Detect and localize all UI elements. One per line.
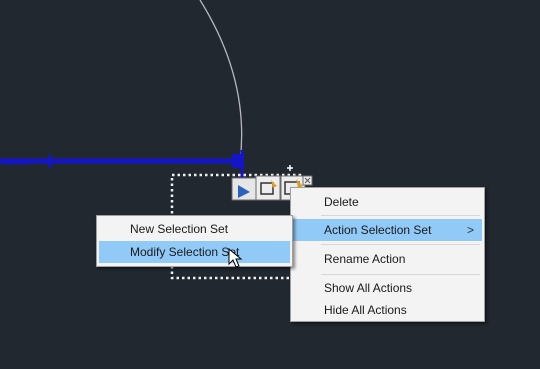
menu-item-delete[interactable]: Delete	[293, 191, 482, 213]
menu-item-action-selection-set[interactable]: Action Selection Set >	[293, 219, 482, 241]
action-icon-move[interactable]	[255, 175, 281, 201]
selection-set-submenu: New Selection Set Modify Selection Set	[96, 215, 293, 267]
context-menu: Delete Action Selection Set > Rename Act…	[290, 187, 485, 322]
menu-item-hide-all-actions[interactable]: Hide All Actions	[293, 299, 482, 321]
menu-item-label: Show All Actions	[324, 281, 413, 295]
menu-item-rename-action[interactable]: Rename Action	[293, 248, 482, 270]
chevron-right-icon: >	[466, 223, 474, 237]
menu-item-label: Rename Action	[324, 252, 406, 266]
menu-separator	[321, 274, 480, 275]
menu-separator	[321, 215, 480, 216]
parameter-line[interactable]: ≡≡≡≡	[0, 150, 250, 192]
menu-item-label: Action Selection Set	[324, 223, 432, 237]
menu-separator	[321, 244, 480, 245]
parameter-label-glyph: ≡≡≡≡	[2, 155, 30, 169]
menu-item-label: Hide All Actions	[324, 303, 407, 317]
menu-item-label: Delete	[324, 195, 359, 209]
menu-item-modify-selection-set[interactable]: Modify Selection Set	[99, 241, 290, 263]
mouse-cursor-icon	[228, 248, 243, 268]
menu-item-label: New Selection Set	[130, 222, 229, 236]
menu-item-new-selection-set[interactable]: New Selection Set	[99, 218, 290, 240]
grip-marker[interactable]	[287, 165, 293, 171]
action-icon-stretch[interactable]	[231, 177, 257, 201]
menu-item-show-all-actions[interactable]: Show All Actions	[293, 277, 482, 299]
menu-item-label: Modify Selection Set	[130, 245, 240, 259]
drawing-arc	[199, 0, 243, 163]
